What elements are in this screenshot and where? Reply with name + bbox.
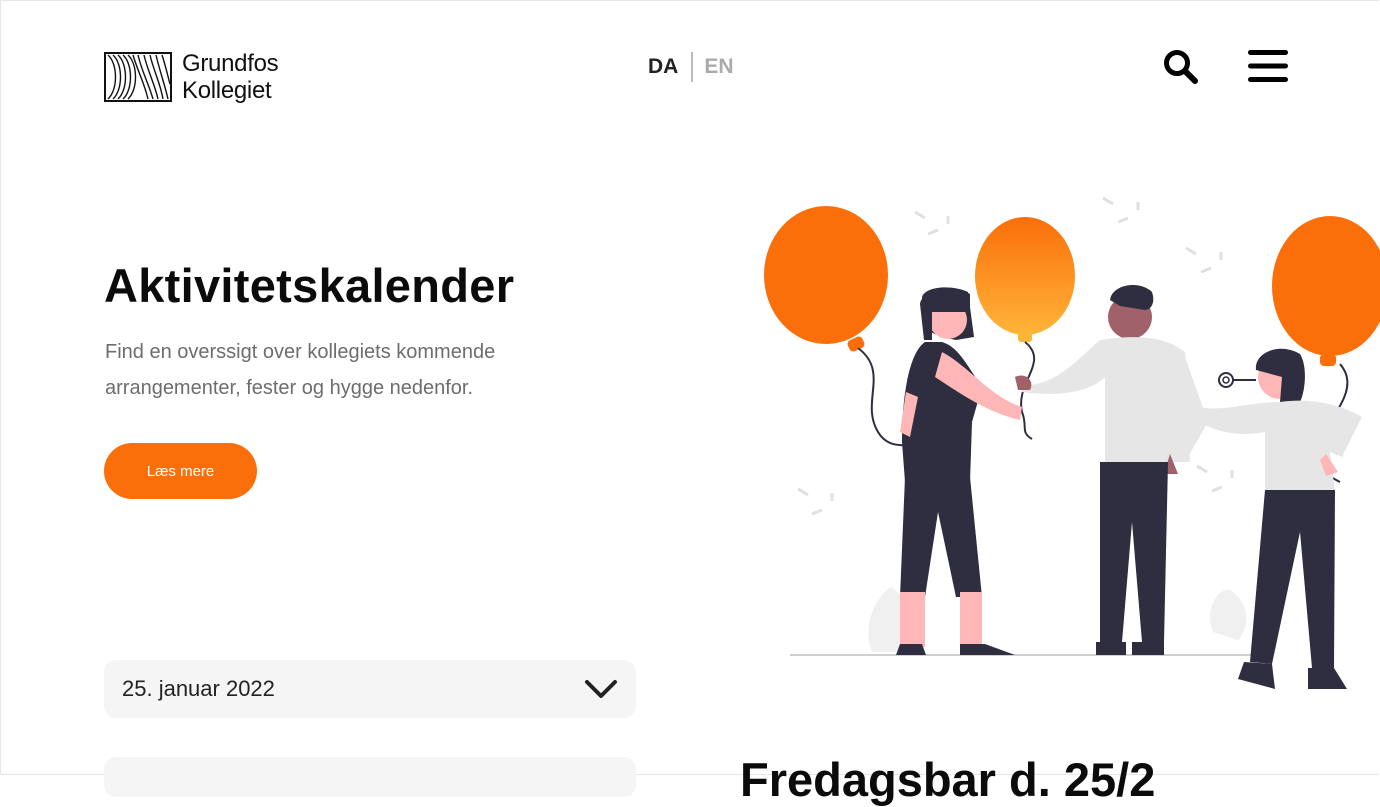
- lang-divider: [691, 52, 694, 82]
- lang-da-link[interactable]: DA: [648, 55, 678, 79]
- party-illustration: [764, 196, 1380, 689]
- hero-description: Find en overssigt over kollegiets kommen…: [105, 341, 496, 399]
- event-heading: Fredagsbar d. 25/2: [740, 753, 1156, 806]
- menu-button[interactable]: [1248, 48, 1288, 84]
- event-card[interactable]: [104, 757, 636, 797]
- logo-wave-icon: [104, 52, 172, 102]
- chevron-down-icon: [585, 680, 617, 698]
- logo-line1: Grundfos: [182, 50, 279, 77]
- logo-text: Grundfos Kollegiet: [182, 50, 279, 104]
- page-title: Aktivitetskalender: [104, 259, 515, 312]
- logo-link[interactable]: Grundfos Kollegiet: [104, 50, 279, 104]
- date-select-value: 25. januar 2022: [122, 676, 275, 701]
- search-button[interactable]: [1162, 48, 1200, 86]
- search-icon: [1164, 50, 1198, 84]
- hamburger-menu-icon: [1248, 50, 1288, 82]
- language-switcher: DA EN: [648, 52, 734, 82]
- read-more-button[interactable]: Læs mere: [104, 443, 257, 499]
- logo-line2: Kollegiet: [182, 77, 272, 104]
- date-select[interactable]: 25. januar 2022: [104, 660, 636, 718]
- lang-en-link[interactable]: EN: [704, 55, 733, 79]
